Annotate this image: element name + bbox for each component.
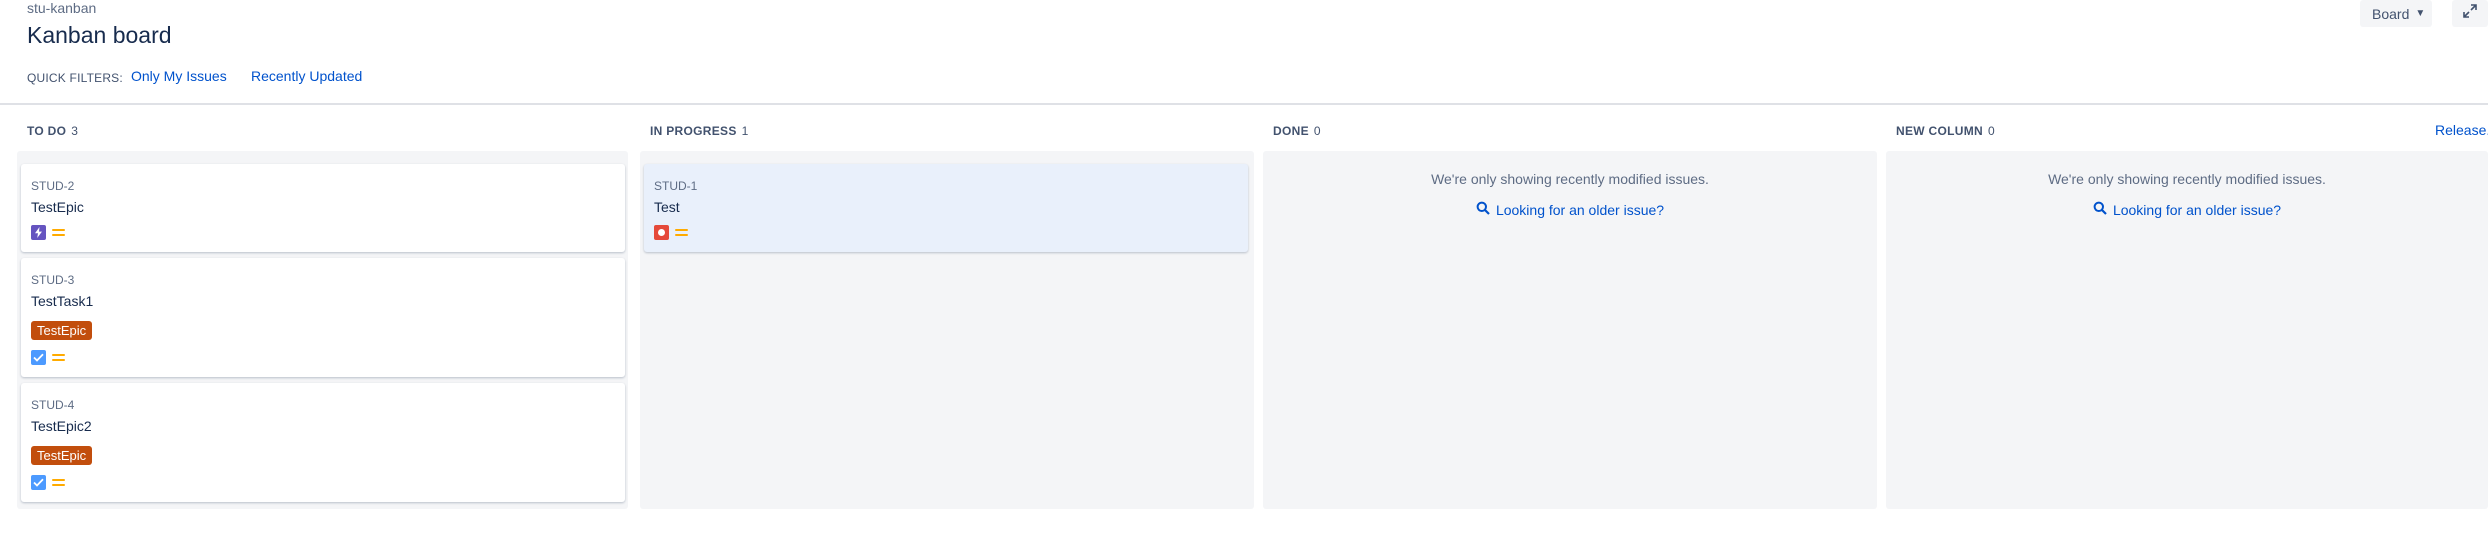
epic-label[interactable]: TestEpic	[31, 321, 93, 340]
task-icon	[31, 350, 46, 365]
column-title: NEW COLUMN	[1896, 124, 1983, 138]
issue-card-stud-1[interactable]: STUD-1 Test	[644, 164, 1248, 252]
expand-icon	[2463, 4, 2477, 23]
column-header-done: DONE 0	[1273, 124, 1321, 138]
medium-priority-icon	[52, 225, 65, 240]
medium-priority-icon	[675, 225, 688, 240]
card-icons	[31, 475, 65, 490]
issue-summary: Test	[654, 199, 680, 215]
bug-icon	[654, 225, 669, 240]
older-issue-label: Looking for an older issue?	[2112, 201, 2282, 218]
empty-column-message: We're only showing recently modified iss…	[2048, 171, 2326, 187]
column-header-todo: TO DO 3	[27, 124, 78, 138]
quick-filter-only-my-issues[interactable]: Only My Issues	[131, 68, 227, 84]
quick-filters-label: QUICK FILTERS:	[27, 71, 123, 85]
release-link[interactable]: Release...	[2435, 122, 2488, 138]
column-header-new-column: NEW COLUMN 0	[1896, 124, 1995, 138]
issue-card-stud-4[interactable]: STUD-4 TestEpic2 TestEpic	[21, 383, 625, 502]
quick-filter-recently-updated[interactable]: Recently Updated	[251, 68, 362, 84]
issue-key[interactable]: STUD-4	[31, 398, 74, 412]
column-count: 0	[1988, 124, 1995, 138]
column-todo: STUD-2 TestEpic STUD-3 TestTask1 TestEpi…	[17, 151, 628, 509]
issue-key[interactable]: STUD-3	[31, 273, 74, 287]
epic-label[interactable]: TestEpic	[31, 446, 93, 465]
breadcrumb[interactable]: stu-kanban	[27, 0, 96, 16]
column-done: We're only showing recently modified iss…	[1263, 151, 1877, 509]
issue-summary: TestEpic2	[31, 418, 92, 434]
epic-icon	[31, 225, 46, 240]
column-count: 3	[71, 124, 79, 138]
medium-priority-icon	[52, 350, 65, 365]
card-icons	[654, 225, 688, 240]
card-icons	[31, 225, 65, 240]
column-in-progress: STUD-1 Test	[640, 151, 1254, 509]
older-issue-link[interactable]: Looking for an older issue?	[1886, 201, 2488, 218]
board-select-label: Board	[2372, 5, 2410, 22]
medium-priority-icon	[52, 475, 65, 490]
search-icon	[2093, 201, 2107, 218]
column-count: 0	[1313, 124, 1321, 138]
header-divider	[0, 103, 2488, 105]
issue-card-stud-2[interactable]: STUD-2 TestEpic	[21, 164, 625, 252]
older-issue-link[interactable]: Looking for an older issue?	[1263, 201, 1877, 218]
column-title: DONE	[1273, 124, 1309, 138]
column-header-in-progress: IN PROGRESS 1	[650, 124, 749, 138]
issue-summary: TestTask1	[31, 293, 94, 309]
chevron-down-icon: ▼	[2415, 8, 2426, 19]
board-select-button[interactable]: Board ▼	[2360, 0, 2432, 27]
older-issue-label: Looking for an older issue?	[1495, 201, 1665, 218]
expand-button[interactable]	[2452, 0, 2488, 27]
issue-key[interactable]: STUD-2	[31, 179, 74, 193]
issue-key[interactable]: STUD-1	[654, 179, 697, 193]
search-icon	[1476, 201, 1490, 218]
column-title: IN PROGRESS	[650, 124, 737, 138]
column-new-column: We're only showing recently modified iss…	[1886, 151, 2488, 509]
issue-card-stud-3[interactable]: STUD-3 TestTask1 TestEpic	[21, 258, 625, 377]
task-icon	[31, 475, 46, 490]
empty-column-message: We're only showing recently modified iss…	[1431, 171, 1709, 187]
column-title: TO DO	[27, 124, 67, 138]
column-count: 1	[741, 124, 749, 138]
issue-summary: TestEpic	[31, 199, 84, 215]
card-icons	[31, 350, 65, 365]
page-title: Kanban board	[27, 22, 172, 48]
